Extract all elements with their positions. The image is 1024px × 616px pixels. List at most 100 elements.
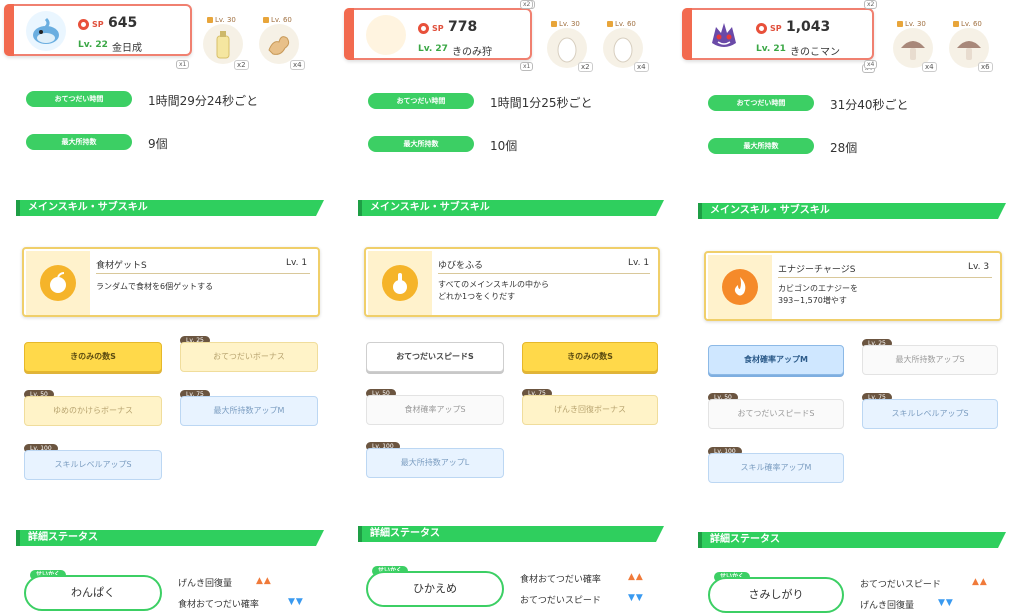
- slot-count-tag: x2: [864, 0, 878, 9]
- subskill-button[interactable]: 最大所持数アップL: [366, 448, 504, 478]
- ingredient-qty: x6: [978, 62, 993, 72]
- nature-value[interactable]: ひかえめ: [366, 571, 504, 607]
- nature-value[interactable]: さみしがり: [708, 577, 844, 613]
- ingredient-slot[interactable]: [203, 24, 243, 64]
- ingredient-lock-level: Lv. 60: [953, 20, 982, 28]
- card-accent-strip: [344, 8, 354, 60]
- pokemon-panel-1: SP 645 Lv. 22 金日成 Lv. 30 x2 Lv. 60 x4 x1…: [0, 0, 338, 616]
- section-header-details: 詳細ステータス: [358, 526, 664, 542]
- arrow-down-icon: ▼▼: [938, 598, 954, 608]
- subskill-button[interactable]: 最大所持数アップS: [862, 345, 998, 375]
- skill-divider: [96, 273, 310, 274]
- sp-icon: [756, 23, 767, 34]
- subskill-button[interactable]: 最大所持数アップM: [180, 396, 318, 426]
- ingredient-qty: x4: [922, 62, 937, 72]
- section-header-details: 詳細ステータス: [698, 532, 1006, 548]
- skill-divider: [778, 277, 992, 278]
- main-skill-card[interactable]: ゆびをふる Lv. 1 すべてのメインスキルの中から どれか1つをくりだす: [364, 247, 660, 317]
- main-skill-name: ゆびをふる: [438, 261, 484, 271]
- pokemon-nickname: きのこマン: [790, 47, 840, 58]
- section-header-details: 詳細ステータス: [16, 530, 324, 546]
- main-skill-desc: カビゴンのエナジーを: [778, 284, 858, 293]
- stat-label-pill: おてつだい時間: [708, 95, 814, 111]
- main-skill-desc: すべてのメインスキルの中から: [438, 280, 549, 289]
- ingredient-qty: x4: [290, 60, 305, 70]
- max-carry-value: 9個: [148, 137, 168, 151]
- slot-count-tag: x1: [176, 60, 190, 69]
- pokemon-level: Lv. 21: [756, 44, 786, 54]
- stat-label-pill: 最大所持数: [26, 134, 132, 150]
- sp-label: SP: [92, 20, 104, 29]
- flame-icon: [722, 269, 758, 305]
- slot-count-tag: x1: [520, 62, 534, 71]
- arrow-down-icon: ▼▼: [288, 597, 304, 607]
- section-header-skills: メインスキル・サブスキル: [358, 200, 664, 216]
- subskill-button[interactable]: きのみの数S: [24, 342, 162, 372]
- pokemon-card[interactable]: SP 778 Lv. 27 きのみ狩: [344, 8, 532, 60]
- ingredient-lock-level: Lv. 60: [607, 20, 636, 28]
- sp-value: 778: [448, 19, 478, 35]
- sp-label: SP: [770, 24, 782, 33]
- ingredient-qty: x4: [634, 62, 649, 72]
- main-skill-card[interactable]: エナジーチャージS Lv. 3 カビゴンのエナジーを 393~1,570増やす: [704, 251, 1002, 321]
- help-interval-value: 1時間29分24秒ごと: [148, 94, 259, 108]
- sp-label: SP: [432, 24, 444, 33]
- subskill-button[interactable]: スキルレベルアップS: [862, 399, 998, 429]
- arrow-up-icon: ▲▲: [256, 576, 272, 586]
- slot-count-tag: x4: [864, 60, 878, 69]
- subskill-button[interactable]: スキルレベルアップS: [24, 450, 162, 480]
- pokemon-nickname: 金日成: [112, 43, 142, 54]
- subskill-button[interactable]: きのみの数S: [522, 342, 658, 372]
- subskill-button[interactable]: 食材確率アップM: [708, 345, 844, 375]
- max-carry-value: 28個: [830, 141, 858, 155]
- main-skill-desc: 393~1,570増やす: [778, 296, 847, 305]
- ingredient-slot[interactable]: [259, 24, 299, 64]
- main-skill-card[interactable]: 食材ゲットS Lv. 1 ランダムで食材を6個ゲットする: [22, 247, 320, 317]
- subskill-button[interactable]: おてつだいスピードS: [366, 342, 504, 372]
- card-accent-strip: [682, 8, 692, 60]
- pokemon-card[interactable]: SP 1,043 Lv. 21 きのこマン: [682, 8, 874, 60]
- subskill-button[interactable]: ゆめのかけらボーナス: [24, 396, 162, 426]
- sp-icon: [78, 19, 89, 30]
- pokemon-level: Lv. 27: [418, 44, 448, 54]
- pokemon-portrait-icon: [26, 11, 66, 51]
- subskill-button[interactable]: 食材確率アップS: [366, 395, 504, 425]
- subskill-button[interactable]: げんき回復ボーナス: [522, 395, 658, 425]
- pokemon-panel-3: SP 1,043 Lv. 21 きのこマン x2 Lv. 30 x4 Lv. 6…: [682, 0, 1024, 616]
- ingredient-qty: x2: [578, 62, 593, 72]
- arrow-down-icon: ▼▼: [628, 593, 644, 603]
- skill-divider: [438, 273, 650, 274]
- subskill-button[interactable]: おてつだいスピードS: [708, 399, 844, 429]
- subskill-button[interactable]: おてつだいボーナス: [180, 342, 318, 372]
- arrow-up-icon: ▲▲: [628, 572, 644, 582]
- help-interval-value: 1時間1分25秒ごと: [490, 96, 593, 110]
- apple-icon: [40, 265, 76, 301]
- ingredient-lock-level: Lv. 30: [551, 20, 580, 28]
- nature-effect-down: 食材おてつだい確率: [178, 600, 259, 610]
- ingredient-qty: x2: [234, 60, 249, 70]
- section-header-skills: メインスキル・サブスキル: [698, 203, 1006, 219]
- stat-label-pill: おてつだい時間: [368, 93, 474, 109]
- stat-label-pill: 最大所持数: [368, 136, 474, 152]
- arrow-up-icon: ▲▲: [972, 577, 988, 587]
- nature-value[interactable]: わんぱく: [24, 575, 162, 611]
- pokemon-card[interactable]: SP 645 Lv. 22 金日成: [4, 4, 192, 56]
- ingredient-lock-level: Lv. 30: [897, 20, 926, 28]
- pokemon-nickname: きのみ狩: [452, 47, 492, 58]
- main-skill-desc: どれか1つをくりだす: [438, 292, 516, 301]
- max-carry-value: 10個: [490, 139, 518, 153]
- main-skill-level: Lv. 3: [968, 262, 990, 272]
- slot-count-tag: x2: [520, 0, 534, 9]
- sp-icon: [418, 23, 429, 34]
- pokemon-level: Lv. 22: [78, 40, 108, 50]
- subskill-button[interactable]: スキル確率アップM: [708, 453, 844, 483]
- ingredient-lock-level: Lv. 30: [207, 16, 236, 24]
- pokemon-portrait-icon: [704, 15, 744, 55]
- stat-label-pill: おてつだい時間: [26, 91, 132, 107]
- nature-effect-up: おてつだいスピード: [860, 580, 941, 590]
- sp-value: 1,043: [786, 19, 831, 35]
- pokemon-portrait-icon: [366, 15, 406, 55]
- nature-effect-down: おてつだいスピード: [520, 596, 601, 606]
- sp-value: 645: [108, 15, 138, 31]
- help-interval-value: 31分40秒ごと: [830, 98, 909, 112]
